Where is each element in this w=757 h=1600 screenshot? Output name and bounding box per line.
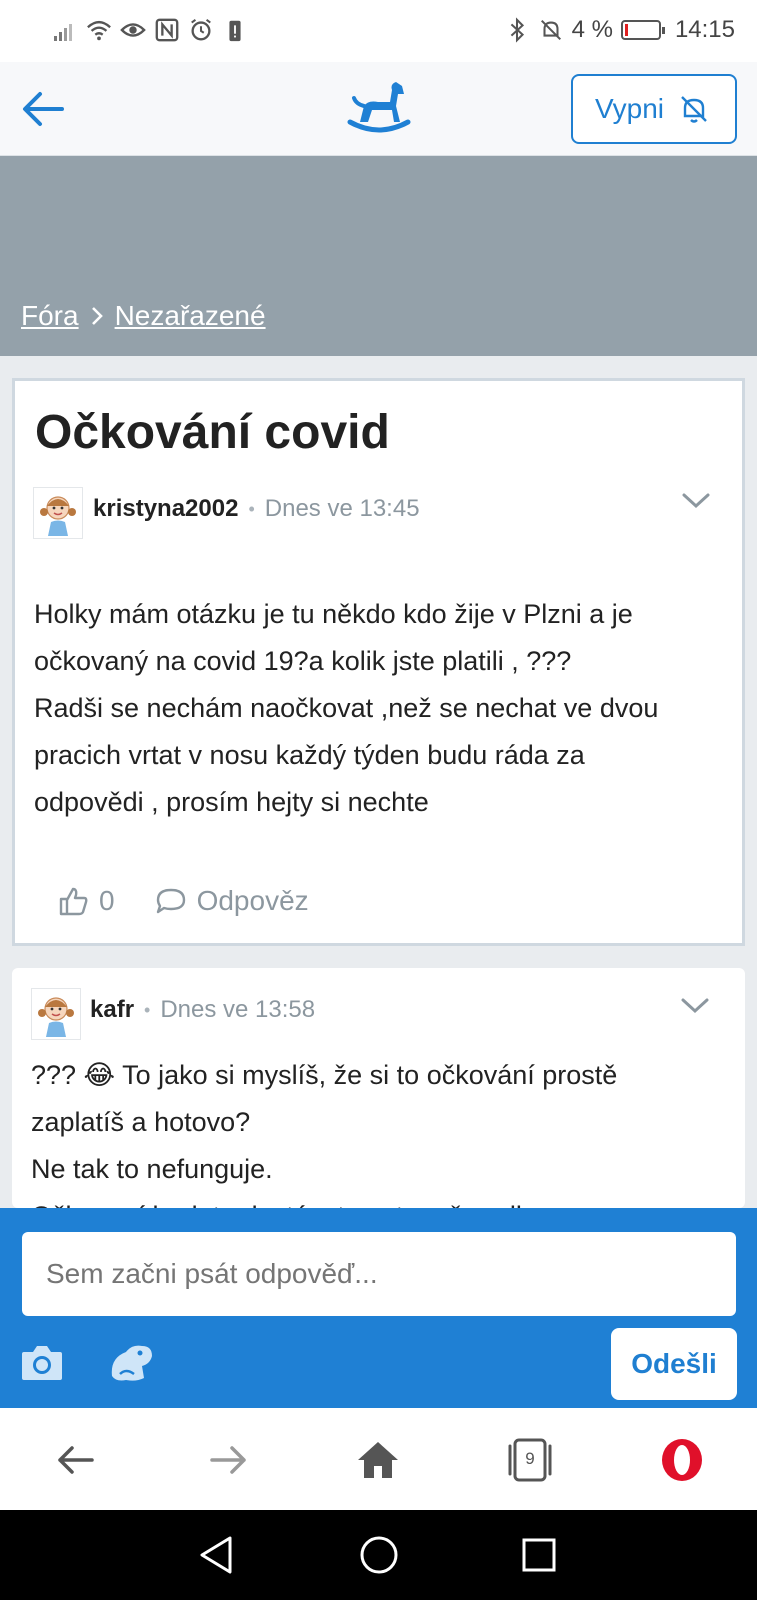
clock: 14:15 <box>674 16 735 43</box>
like-button[interactable]: 0 <box>57 885 115 917</box>
post-meta: kristyna2002 • Dnes ve 13:45 <box>93 495 420 523</box>
nav-recents-icon[interactable] <box>516 1532 562 1578</box>
reply-card: kafr • Dnes ve 13:58 ??? 😂 To jako si my… <box>12 968 745 1208</box>
reply-meta: kafr • Dnes ve 13:58 <box>90 996 315 1024</box>
mute-label: Vypni <box>595 93 665 124</box>
comment-icon <box>156 888 185 914</box>
bell-off-icon <box>540 19 561 41</box>
author-name[interactable]: kristyna2002 <box>93 495 238 523</box>
reply-time: Dnes ve 13:58 <box>160 996 316 1023</box>
tab-count: 9 <box>525 1449 535 1468</box>
status-icons-left <box>52 16 248 44</box>
browser-toolbar: 9 <box>0 1408 757 1510</box>
nav-home-icon[interactable] <box>356 1532 402 1578</box>
send-button[interactable]: Odešli <box>611 1328 737 1400</box>
nfc-icon <box>155 18 179 42</box>
rocking-horse-logo-icon[interactable] <box>346 76 412 138</box>
post-body-line: Radši se nechám naočkovat ,než se nechat… <box>34 693 659 723</box>
reply-body: ??? 😂 To jako si myslíš, že si to očková… <box>31 1052 721 1208</box>
post-card: Očkování covid kristyna2002 • Dnes ve 13… <box>12 378 745 946</box>
compose-bar: Odešli <box>0 1208 757 1408</box>
meta-separator: • <box>248 498 255 519</box>
app-bar: Vypni <box>0 62 757 156</box>
tabs-button[interactable]: 9 <box>504 1436 556 1484</box>
meta-separator: • <box>144 999 151 1020</box>
post-body-line: očkovaný na covid 19?a kolik jste platil… <box>34 646 572 676</box>
status-icons-right: 4 % 14:15 <box>504 16 735 44</box>
reply-body-line: Ne tak to nefunguje. <box>31 1154 273 1184</box>
like-count: 0 <box>99 885 115 916</box>
wifi-icon <box>87 20 111 41</box>
chevron-down-icon[interactable] <box>680 996 710 1016</box>
chevron-right-icon <box>91 307 103 325</box>
thumbs-up-icon <box>59 887 88 916</box>
browser-forward-icon[interactable] <box>204 1436 252 1484</box>
mute-notifications-button[interactable]: Vypni <box>571 74 737 144</box>
battery-level <box>624 24 628 36</box>
forum-banner: Fóra Nezařazené <box>0 156 757 356</box>
breadcrumb-link-category[interactable]: Nezařazené <box>115 300 266 332</box>
nav-back-icon[interactable] <box>194 1532 240 1578</box>
breadcrumb-link-fora[interactable]: Fóra <box>21 300 79 332</box>
reply-body-line: Očkovaní budete dostávat postupně podle <box>31 1193 721 1208</box>
back-arrow-icon[interactable] <box>18 84 68 134</box>
battery-percent: 4 % <box>571 16 613 43</box>
post-actions: 0 Odpověz <box>57 885 309 917</box>
post-body-line: pracich vrtat v nosu každý týden budu rá… <box>34 740 585 770</box>
status-bar: 4 % 14:15 <box>0 0 757 62</box>
avatar[interactable] <box>33 487 83 539</box>
eye-icon <box>120 23 146 37</box>
bluetooth-icon <box>510 17 524 43</box>
mascot-sticker-icon[interactable] <box>106 1338 156 1384</box>
post-title: Očkování covid <box>35 406 390 459</box>
post-body: Holky mám otázku je tu někdo kdo žije v … <box>34 591 724 826</box>
signal-icon <box>54 24 72 41</box>
post-body-line: odpovědi , prosím hejty si nechte <box>34 787 429 817</box>
opera-menu-icon[interactable] <box>658 1436 706 1484</box>
girl-avatar-icon <box>38 997 74 1037</box>
avatar[interactable] <box>31 988 81 1040</box>
reply-label: Odpověz <box>196 885 309 916</box>
reply-body-line: zaplatíš a hotovo? <box>31 1107 251 1137</box>
battery-icon <box>620 20 665 40</box>
system-nav-bar <box>0 1510 757 1600</box>
reply-body-line: ??? 😂 To jako si myslíš, že si to očková… <box>31 1060 618 1090</box>
post-body-line: Holky mám otázku je tu někdo kdo žije v … <box>34 599 633 629</box>
author-name[interactable]: kafr <box>90 996 134 1024</box>
battery-alert-icon <box>229 20 241 42</box>
reply-input[interactable] <box>22 1232 736 1316</box>
post-time: Dnes ve 13:45 <box>264 495 420 522</box>
reply-button[interactable]: Odpověz <box>155 885 309 917</box>
breadcrumb: Fóra Nezařazené <box>21 300 266 332</box>
chevron-down-icon[interactable] <box>681 491 711 511</box>
home-icon[interactable] <box>354 1436 402 1484</box>
bell-off-icon <box>681 96 707 123</box>
browser-back-icon[interactable] <box>52 1436 100 1484</box>
alarm-icon <box>191 18 211 41</box>
camera-icon[interactable] <box>20 1342 64 1382</box>
girl-avatar-icon <box>40 496 76 536</box>
